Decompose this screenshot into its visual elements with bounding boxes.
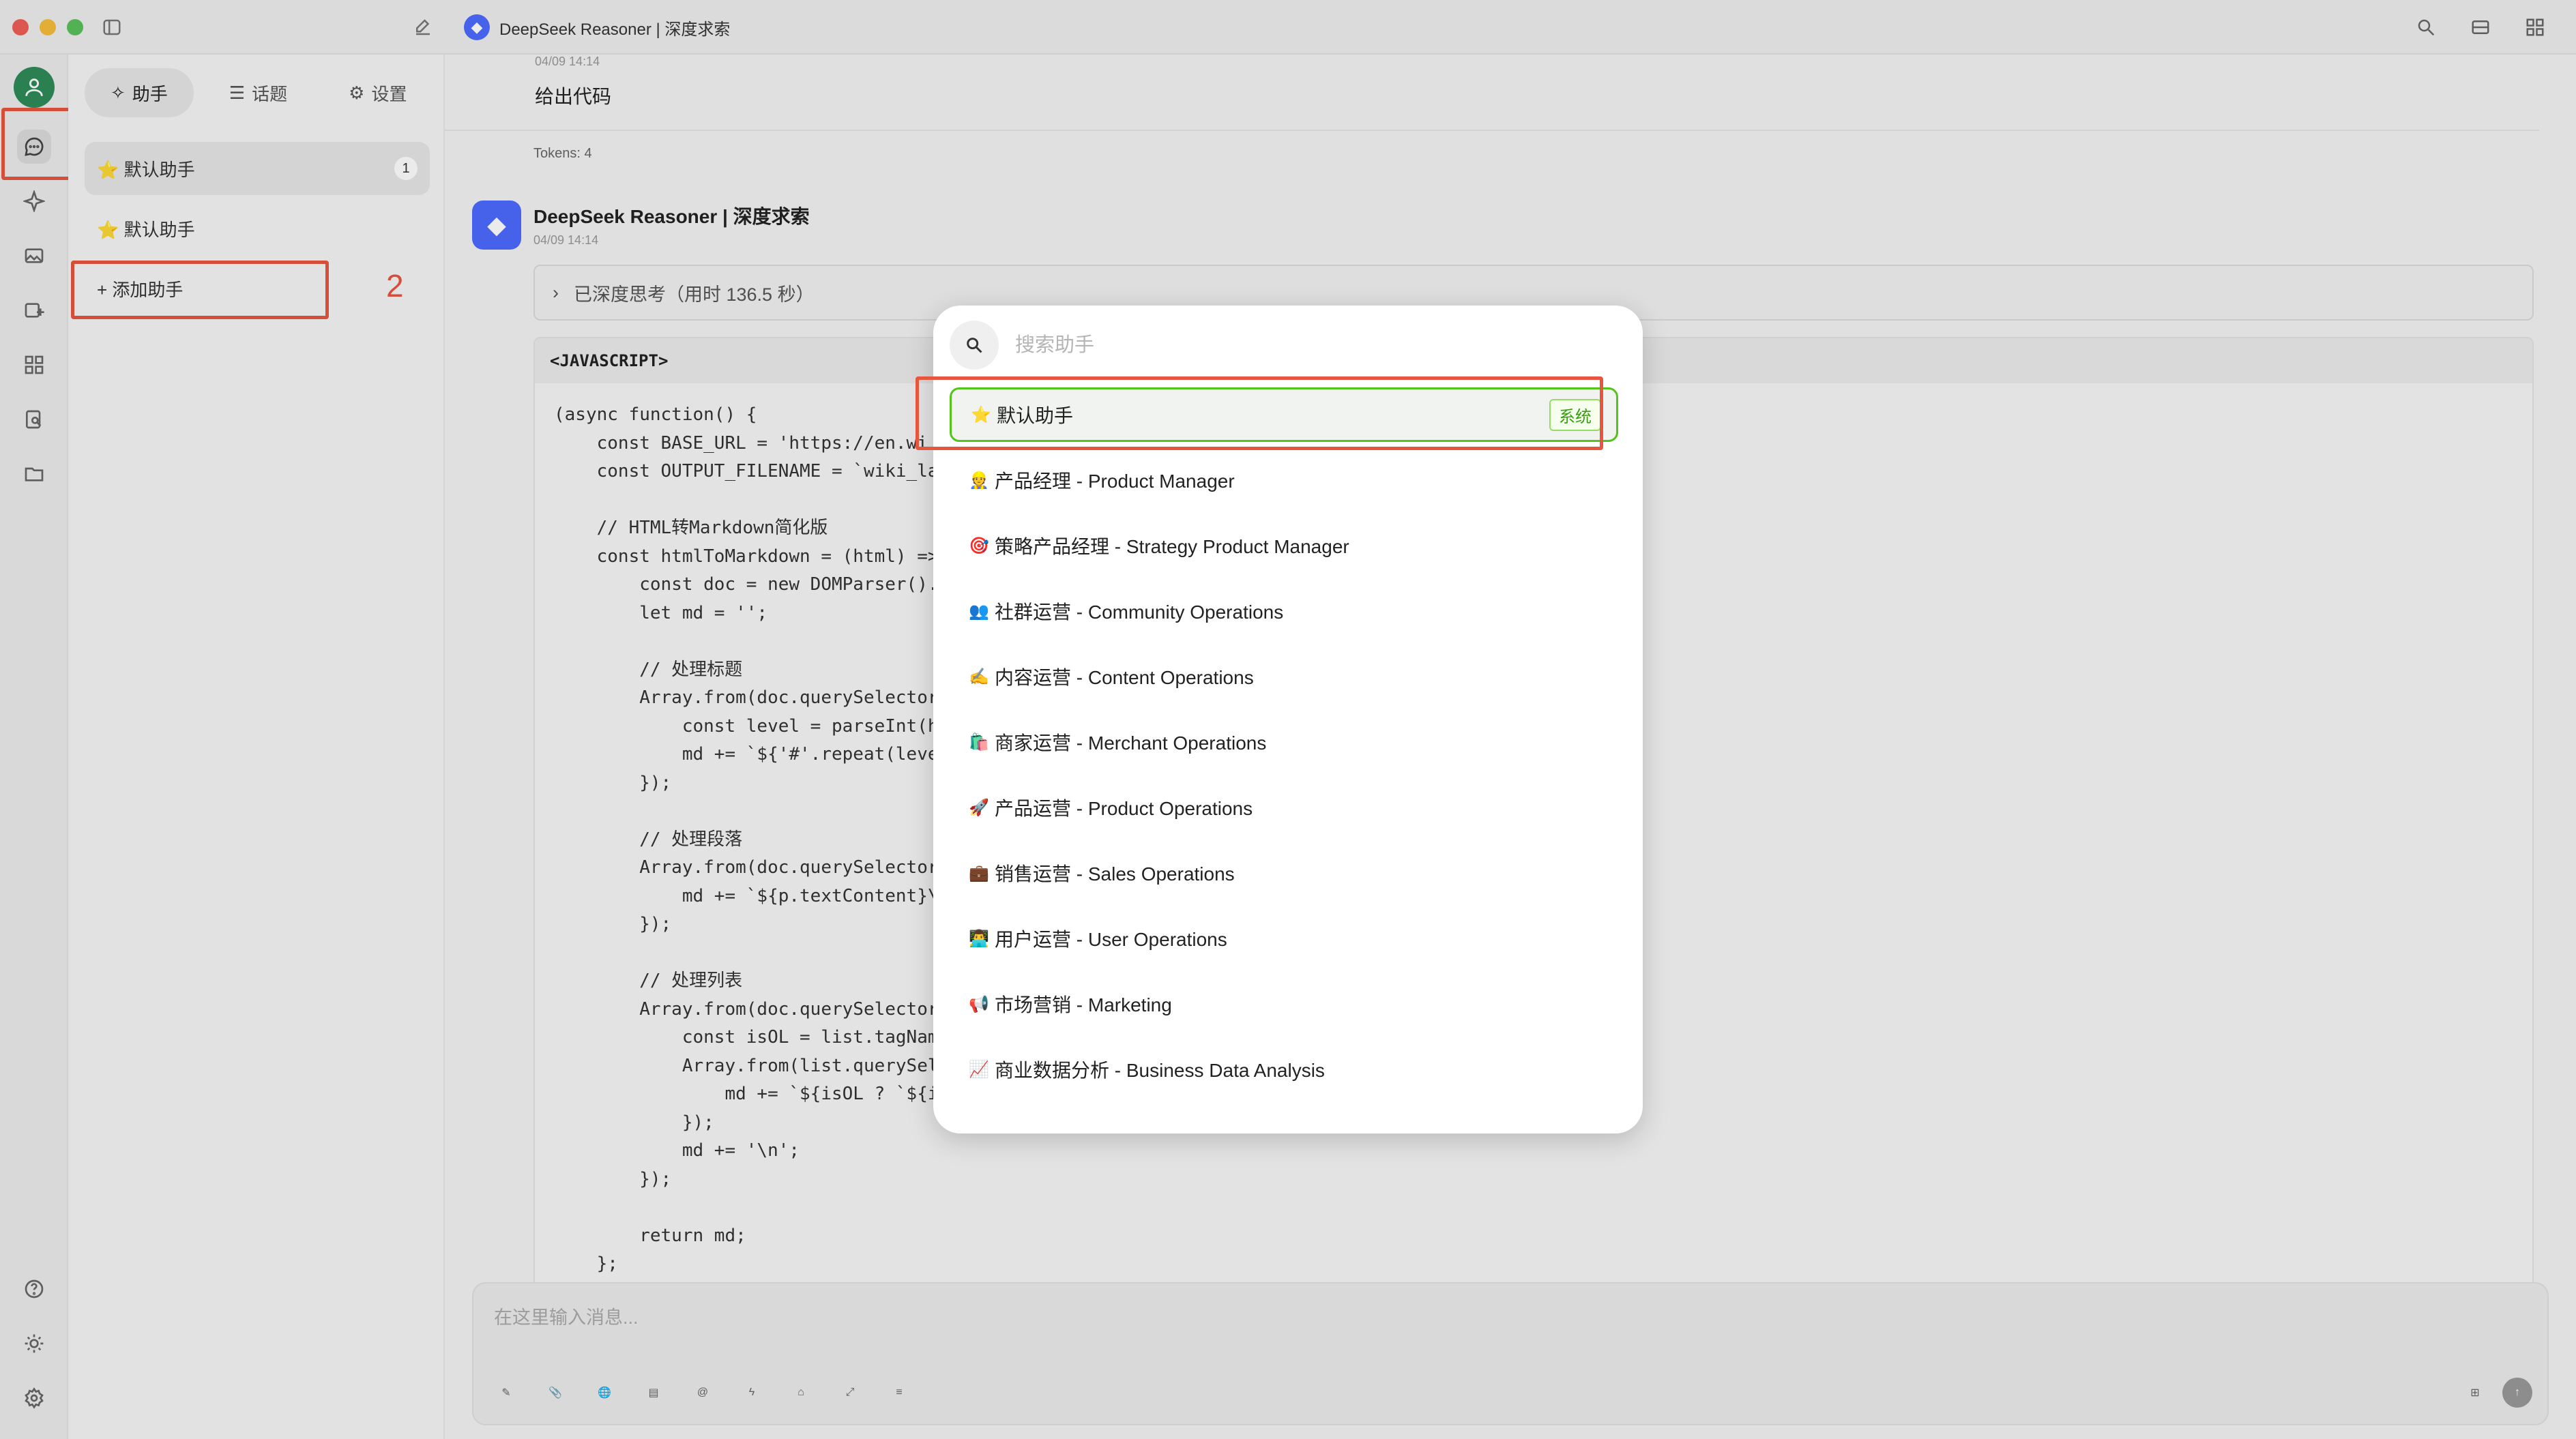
modal-search-row [950, 316, 1561, 374]
assistant-option-label: 策略产品经理 - Strategy Product Manager [995, 536, 1349, 557]
assistant-option-label: 社群运营 - Community Operations [995, 602, 1284, 623]
assistant-emoji-icon: ✍️ [969, 667, 989, 686]
assistant-option-label: 产品运营 - Product Operations [995, 798, 1253, 819]
assistant-option-label: 产品经理 - Product Manager [995, 471, 1235, 492]
assistant-option-label: 销售运营 - Sales Operations [995, 863, 1235, 885]
assistant-emoji-icon: 💼 [969, 863, 989, 882]
assistant-emoji-icon: 📈 [969, 1060, 989, 1079]
assistant-emoji-icon: 📢 [969, 994, 989, 1013]
annotation-box-3 [916, 376, 1603, 450]
assistant-option-label: 商家运营 - Merchant Operations [995, 732, 1267, 754]
assistant-option[interactable]: 🛍️ 商家运营 - Merchant Operations [950, 715, 1618, 769]
assistant-option[interactable]: 🎯 策略产品经理 - Strategy Product Manager [950, 518, 1618, 573]
assistant-emoji-icon: 👨‍💻 [969, 929, 989, 948]
assistant-option-label: 市场营销 - Marketing [995, 994, 1172, 1015]
assistant-option[interactable]: 👨‍💻 用户运营 - User Operations [950, 911, 1618, 966]
assistant-search-input[interactable] [1015, 333, 1561, 357]
assistant-emoji-icon: 👥 [969, 602, 989, 621]
assistant-option[interactable]: 💼 销售运营 - Sales Operations [950, 846, 1618, 900]
assistant-emoji-icon: 🛍️ [969, 732, 989, 752]
assistant-option[interactable]: 📈 商业数据分析 - Business Data Analysis [950, 1042, 1618, 1097]
assistant-option-label: 商业数据分析 - Business Data Analysis [995, 1060, 1325, 1081]
assistant-emoji-icon: 🚀 [969, 798, 989, 817]
assistant-emoji-icon: 👷 [969, 471, 989, 490]
assistant-option-label: 用户运营 - User Operations [995, 929, 1227, 950]
assistant-option-label: 内容运营 - Content Operations [995, 667, 1254, 688]
assistant-option[interactable]: 👷 产品经理 - Product Manager [950, 453, 1618, 507]
assistant-emoji-icon: 🎯 [969, 536, 989, 555]
assistant-option[interactable]: 📢 市场营销 - Marketing [950, 977, 1618, 1031]
assistant-option[interactable]: ✍️ 内容运营 - Content Operations [950, 649, 1618, 704]
assistant-option[interactable]: 👥 社群运营 - Community Operations [950, 584, 1618, 638]
search-icon [950, 321, 999, 370]
assistant-option[interactable]: 🚀 产品运营 - Product Operations [950, 780, 1618, 835]
